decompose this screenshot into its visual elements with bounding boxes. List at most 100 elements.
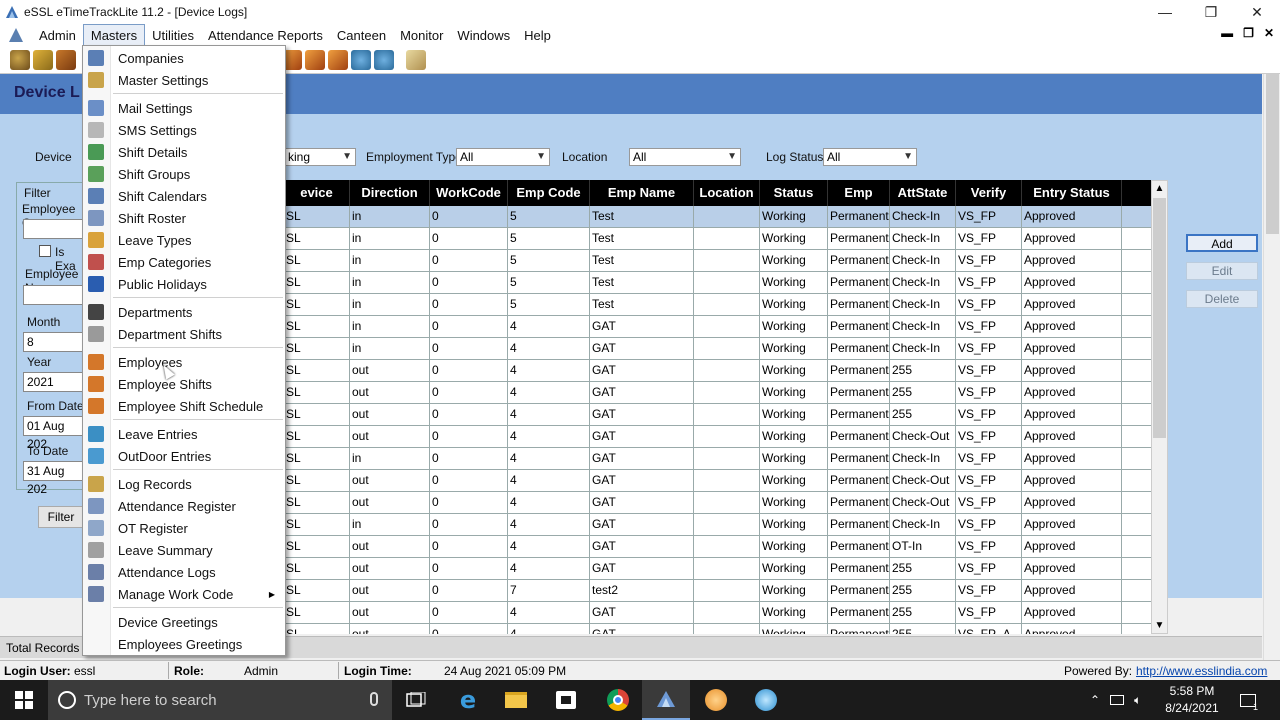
menu-item-shift-calendars[interactable]: Shift Calendars — [83, 185, 285, 207]
menu-item-log-records[interactable]: Log Records — [83, 473, 285, 495]
folder-icon[interactable] — [406, 49, 426, 70]
table-row[interactable]: SL out 0 4 GAT Working Permanent 255 VS_FP Approv… — [284, 602, 1151, 624]
menu-item-departments[interactable]: Departments — [83, 301, 285, 323]
table-row[interactable]: SL out 0 4 GAT Working Permanent OT-In VS_FP Appr… — [284, 536, 1151, 558]
table-row[interactable]: SL in 0 5 Test Working Permanent Check-In VS_FP A… — [284, 272, 1151, 294]
menu-item-employees-greetings[interactable]: Employees Greetings — [83, 633, 285, 655]
menu-admin[interactable]: Admin — [32, 25, 83, 46]
table-row[interactable]: SL out 0 4 GAT Working Permanent 255 VS_FP Approv… — [284, 558, 1151, 580]
menu-item-attendance-logs[interactable]: Attendance Logs — [83, 561, 285, 583]
employee-name-input[interactable] — [23, 285, 87, 305]
menu-attendance-reports[interactable]: Attendance Reports — [201, 25, 330, 46]
scroll-thumb[interactable] — [1266, 74, 1279, 234]
log-status-select[interactable]: All ▼ — [823, 148, 917, 166]
menu-item-ot-register[interactable]: OT Register — [83, 517, 285, 539]
location-select[interactable]: All ▼ — [629, 148, 741, 166]
table-row[interactable]: SL out 0 4 GAT Working Permanent 255 VS_FP Approv… — [284, 382, 1151, 404]
minimize-button[interactable]: — — [1142, 0, 1188, 24]
employment-type-select[interactable]: All ▼ — [456, 148, 550, 166]
task-view-icon[interactable] — [392, 680, 440, 720]
mdi-minimize-button[interactable]: ▬ — [1221, 26, 1233, 40]
column-header[interactable]: Location — [694, 180, 760, 206]
menu-windows[interactable]: Windows — [450, 25, 517, 46]
tool-2-icon[interactable] — [305, 49, 325, 70]
menu-item-public-holidays[interactable]: Public Holidays — [83, 273, 285, 295]
menu-monitor[interactable]: Monitor — [393, 25, 450, 46]
from-date-input[interactable]: 01 Aug 202 — [23, 416, 87, 451]
menu-item-department-shifts[interactable]: Department Shifts — [83, 323, 285, 345]
scroll-up-icon[interactable]: ▲ — [1152, 181, 1167, 196]
lock-icon[interactable] — [56, 49, 76, 70]
table-row[interactable]: SL in 0 4 GAT Working Permanent Check-In VS_FP Ap… — [284, 514, 1151, 536]
network-icon[interactable] — [1110, 695, 1125, 705]
table-row[interactable]: SL in 0 5 Test Working Permanent Check-In VS_FP A… — [284, 206, 1151, 228]
menu-utilities[interactable]: Utilities — [145, 25, 201, 46]
menu-item-leave-summary[interactable]: Leave Summary — [83, 539, 285, 561]
tool-3-icon[interactable] — [328, 49, 348, 70]
scroll-down-icon[interactable]: ▼ — [1152, 618, 1167, 633]
column-header[interactable]: WorkCode — [430, 180, 508, 206]
menu-item-master-settings[interactable]: Master Settings — [83, 69, 285, 91]
table-row[interactable]: SL out 0 7 test2 Working Permanent 255 VS_FP Appr… — [284, 580, 1151, 602]
menu-help[interactable]: Help — [517, 25, 558, 46]
grid-scroll-thumb[interactable] — [1153, 198, 1166, 438]
menu-item-employee-shifts[interactable]: Employee Shifts — [83, 373, 285, 395]
globe-icon[interactable] — [351, 49, 371, 70]
column-header[interactable]: Verify — [956, 180, 1022, 206]
table-row[interactable]: SL in 0 5 Test Working Permanent Check-In VS_FP A… — [284, 294, 1151, 316]
column-header[interactable]: Emp Code — [508, 180, 590, 206]
table-row[interactable]: SL in 0 5 Test Working Permanent Check-In VS_FP A… — [284, 250, 1151, 272]
table-row[interactable]: SL out 0 4 GAT Working Permanent Check-Out VS_FP… — [284, 426, 1151, 448]
column-header[interactable]: Emp — [828, 180, 890, 206]
menu-item-attendance-register[interactable]: Attendance Register — [83, 495, 285, 517]
store-icon[interactable] — [542, 680, 590, 720]
restore-button[interactable]: ❐ — [1188, 0, 1234, 24]
file-explorer-icon[interactable] — [492, 680, 540, 720]
menu-item-device-greetings[interactable]: Device Greetings — [83, 611, 285, 633]
menu-item-leave-entries[interactable]: Leave Entries — [83, 423, 285, 445]
taskbar-search-box[interactable]: Type here to search — [48, 680, 392, 720]
up-arrow-icon[interactable]: ⌃ — [1090, 693, 1100, 707]
menu-item-companies[interactable]: Companies — [83, 47, 285, 69]
app-blue-icon[interactable] — [742, 680, 790, 720]
table-row[interactable]: SL out 0 4 GAT Working Permanent 255 VS_FP_A Appr… — [284, 624, 1151, 634]
powered-by-link[interactable]: http://www.esslindia.com — [1136, 664, 1268, 678]
app-orange-icon[interactable] — [692, 680, 740, 720]
menu-item-mail-settings[interactable]: Mail Settings — [83, 97, 285, 119]
month-input[interactable]: 8 — [23, 332, 87, 352]
mdi-restore-button[interactable]: ❐ — [1243, 26, 1254, 40]
menu-item-outdoor-entries[interactable]: OutDoor Entries — [83, 445, 285, 467]
working-select[interactable]: king ▼ — [284, 148, 356, 166]
start-button[interactable] — [0, 680, 48, 720]
edge-icon[interactable]: e — [444, 680, 492, 720]
column-header[interactable]: evice — [284, 180, 350, 206]
users-icon[interactable] — [10, 49, 30, 70]
close-button[interactable]: ✕ — [1234, 0, 1280, 24]
table-row[interactable]: SL out 0 4 GAT Working Permanent 255 VS_FP Approv… — [284, 360, 1151, 382]
mdi-app-icon[interactable] — [6, 26, 26, 44]
column-header[interactable]: Entry Status — [1022, 180, 1122, 206]
grid-vertical-scrollbar[interactable]: ▲ ▼ — [1151, 180, 1168, 634]
menu-item-manage-work-code[interactable]: Manage Work Code ▶ — [83, 583, 285, 605]
column-header[interactable]: Direction — [350, 180, 430, 206]
menu-item-shift-details[interactable]: Shift Details — [83, 141, 285, 163]
mdi-close-button[interactable]: ✕ — [1264, 26, 1274, 40]
volume-icon[interactable]: 🔈︎ — [1134, 693, 1141, 708]
table-row[interactable]: SL out 0 4 GAT Working Permanent Check-Out VS_FP… — [284, 492, 1151, 514]
menu-item-emp-categories[interactable]: Emp Categories — [83, 251, 285, 273]
mdi-vertical-scrollbar[interactable] — [1263, 74, 1280, 662]
filter-button[interactable]: Filter — [38, 506, 84, 528]
menu-canteen[interactable]: Canteen — [330, 25, 393, 46]
column-header[interactable]: Emp Name — [590, 180, 694, 206]
notification-center-icon[interactable]: 1 — [1228, 680, 1268, 720]
to-date-input[interactable]: 31 Aug 202 — [23, 461, 87, 496]
year-input[interactable]: 2021 — [23, 372, 87, 392]
menu-item-shift-groups[interactable]: Shift Groups — [83, 163, 285, 185]
table-row[interactable]: SL in 0 5 Test Working Permanent Check-In VS_FP A… — [284, 228, 1151, 250]
microphone-icon[interactable] — [370, 692, 378, 706]
is-exact-checkbox[interactable] — [39, 245, 51, 257]
table-row[interactable]: SL out 0 4 GAT Working Permanent 255 VS_FP Approv… — [284, 404, 1151, 426]
menu-item-employee-shift-schedule[interactable]: Employee Shift Schedule — [83, 395, 285, 417]
etimetrack-icon[interactable] — [642, 680, 690, 720]
globe2-icon[interactable] — [374, 49, 394, 70]
